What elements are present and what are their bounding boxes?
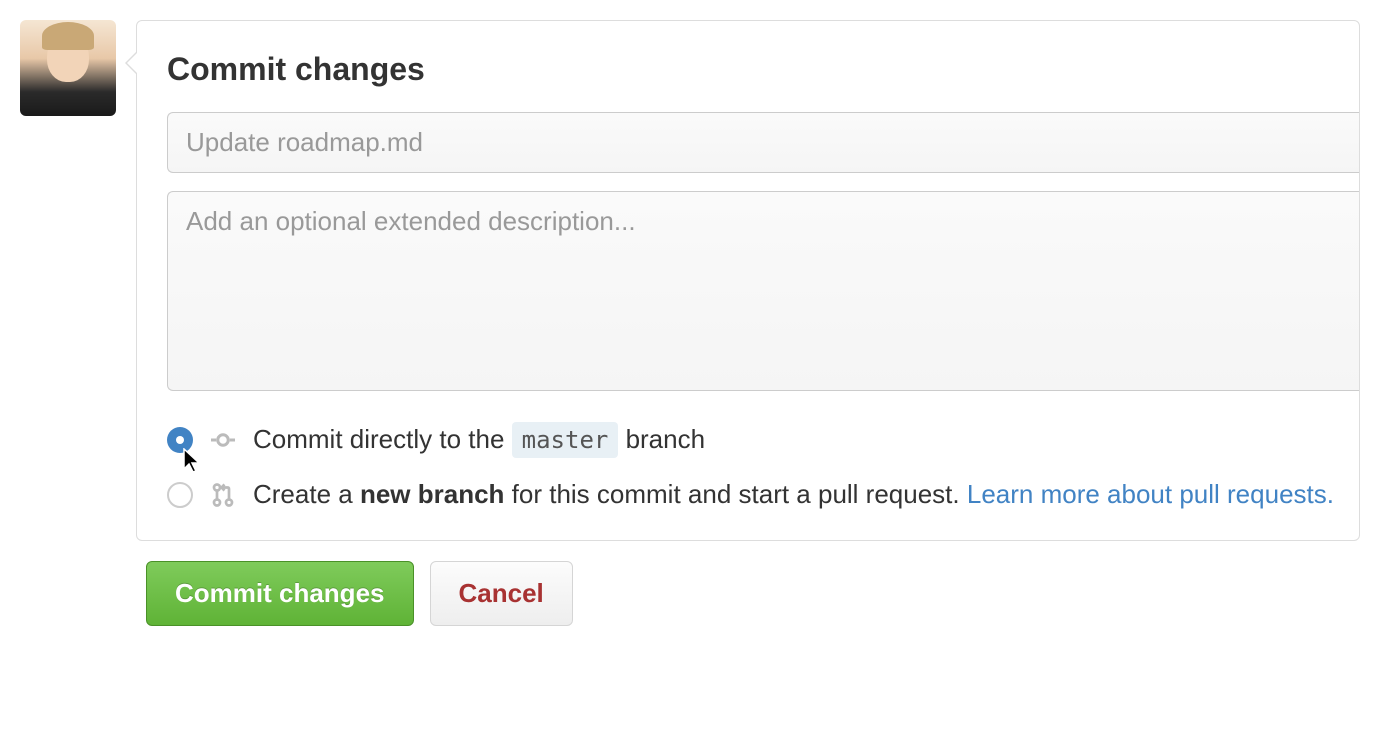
- commit-direct-label: Commit directly to the master branch: [253, 424, 705, 455]
- commit-description-textarea[interactable]: [167, 191, 1359, 391]
- commit-summary-input[interactable]: [167, 112, 1359, 173]
- direct-suffix: branch: [618, 424, 705, 454]
- form-actions: Commit changes Cancel: [146, 561, 1360, 626]
- commit-form-box: Commit changes: [136, 20, 1360, 541]
- commit-icon: [209, 426, 237, 454]
- radio-selected-icon: [167, 427, 193, 453]
- new-branch-option[interactable]: Create a new branch for this commit and …: [167, 479, 1359, 510]
- commit-changes-button[interactable]: Commit changes: [146, 561, 414, 626]
- radio-unselected-icon: [167, 482, 193, 508]
- nb-suffix: for this commit and start a pull request…: [504, 479, 966, 509]
- pull-request-icon: [209, 481, 237, 509]
- direct-prefix: Commit directly to the: [253, 424, 512, 454]
- nb-bold: new branch: [360, 479, 504, 509]
- learn-more-link[interactable]: Learn more about pull requests.: [967, 479, 1334, 509]
- branch-options-group: Commit directly to the master branch: [167, 424, 1359, 510]
- avatar-wrapper: [20, 20, 116, 541]
- branch-badge: master: [512, 422, 619, 458]
- commit-direct-option[interactable]: Commit directly to the master branch: [167, 424, 1359, 455]
- new-branch-label: Create a new branch for this commit and …: [253, 479, 1334, 510]
- nb-prefix: Create a: [253, 479, 360, 509]
- cancel-button[interactable]: Cancel: [430, 561, 573, 626]
- commit-heading: Commit changes: [167, 51, 1359, 88]
- user-avatar[interactable]: [20, 20, 116, 116]
